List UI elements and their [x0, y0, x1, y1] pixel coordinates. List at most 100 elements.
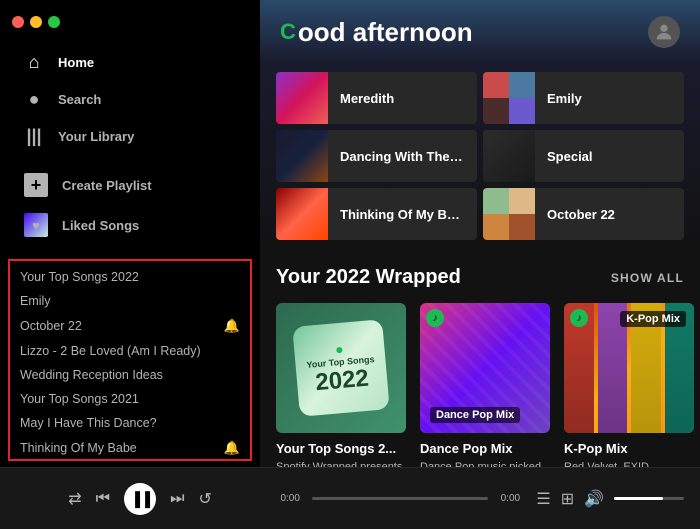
- playlist-item-label: Your Top Songs 2021: [20, 392, 240, 406]
- quick-pick-thinking[interactable]: Thinking Of My Babe: [276, 188, 477, 240]
- quick-pick-october[interactable]: October 22: [483, 188, 684, 240]
- sidebar-top: ⌂ Home ● Search ||| Your Library + Creat…: [0, 0, 260, 253]
- close-button[interactable]: [12, 16, 24, 28]
- october-label: October 22: [535, 207, 627, 222]
- quick-pick-emily[interactable]: Emily: [483, 72, 684, 124]
- time-current: 0:00: [276, 493, 304, 504]
- meredith-thumbnail: [276, 72, 328, 124]
- sidebar-library-label: Your Library: [58, 129, 134, 144]
- liked-songs-label: Liked Songs: [62, 218, 139, 233]
- special-label: Special: [535, 149, 605, 164]
- thinking-label: Thinking Of My Babe: [328, 207, 477, 222]
- wrapped-card-dance-pop[interactable]: Dance Pop Mix ♪ Dance Pop Mix Dance Pop …: [420, 303, 550, 467]
- playlist-item[interactable]: October 22 🔔: [10, 313, 250, 339]
- show-all-button[interactable]: SHOW ALL: [611, 271, 684, 285]
- bell-icon: 🔔: [224, 440, 240, 456]
- playlist-item[interactable]: Thinking Of My Babe 🔔: [10, 435, 250, 461]
- dance-pop-thumbnail: Dance Pop Mix ♪: [420, 303, 550, 433]
- avatar[interactable]: [648, 16, 680, 48]
- wrapped-card-kpop[interactable]: K-Pop Mix ♪ K-Pop Mix Red Velvet, EXID, …: [564, 303, 694, 467]
- volume-fill: [614, 497, 663, 500]
- wrapped-cards: ● Your Top Songs 2022 Your Top Songs 2..…: [276, 303, 684, 467]
- time-total: 0:00: [496, 493, 524, 504]
- volume-icon[interactable]: 🔊: [584, 489, 604, 509]
- playlist-item-label: May I Have This Dance?: [20, 416, 240, 430]
- repeat-button[interactable]: ↺: [198, 489, 211, 509]
- kpop-card-title: K-Pop Mix: [564, 441, 694, 456]
- playlist-item[interactable]: May I Have This Dance?: [10, 411, 250, 435]
- sidebar: ⌂ Home ● Search ||| Your Library + Creat…: [0, 0, 260, 467]
- player-controls: ⇄ ⏮ ▐▐ ⏭ ↺: [16, 483, 264, 515]
- thinking-thumbnail: [276, 188, 328, 240]
- sidebar-item-library[interactable]: ||| Your Library: [12, 118, 248, 155]
- create-playlist-button[interactable]: + Create Playlist: [12, 165, 248, 205]
- quick-picks-grid: Meredith Emily: [260, 62, 700, 250]
- search-icon: ●: [24, 89, 44, 110]
- playlist-item[interactable]: Emily: [10, 289, 250, 313]
- playlist-item-label: Your Top Songs 2022: [20, 270, 240, 284]
- heart-icon: ♥: [24, 213, 48, 237]
- section-header: Your 2022 Wrapped SHOW ALL: [276, 266, 684, 289]
- spotify-badge-kpop: ♪: [570, 309, 588, 327]
- app-container: ⌂ Home ● Search ||| Your Library + Creat…: [0, 0, 700, 529]
- time-row: 0:00 0:00: [276, 493, 524, 504]
- greeting: C ood afternoon: [280, 17, 473, 48]
- meredith-label: Meredith: [328, 91, 406, 106]
- spotify-badge: ♪: [426, 309, 444, 327]
- create-playlist-label: Create Playlist: [62, 178, 152, 193]
- volume-bar[interactable]: [614, 497, 684, 500]
- playlist-item[interactable]: Your Top Songs 2021: [10, 387, 250, 411]
- kpop-badge: K-Pop Mix: [620, 311, 686, 327]
- playlist-item-label: Emily: [20, 294, 240, 308]
- top-bar: C ood afternoon: [260, 0, 700, 62]
- dance-pop-card-title: Dance Pop Mix: [420, 441, 550, 456]
- top-songs-year: 2022: [314, 365, 370, 398]
- top-songs-card-title: Your Top Songs 2...: [276, 441, 406, 456]
- spotify-logo: C: [280, 19, 296, 45]
- maximize-button[interactable]: [48, 16, 60, 28]
- window-controls: [12, 16, 248, 28]
- playlist-item[interactable]: Lizzo - 2 Be Loved (Am I Ready): [10, 339, 250, 363]
- sidebar-search-label: Search: [58, 92, 101, 107]
- spotify-s-icon: ●: [334, 340, 344, 357]
- quick-pick-special[interactable]: Special: [483, 130, 684, 182]
- playlist-item[interactable]: Your Top Songs 2022: [10, 265, 250, 289]
- kpop-card-desc: Red Velvet, EXID, MOMOLAND and...: [564, 460, 694, 467]
- shuffle-button[interactable]: ⇄: [68, 489, 81, 509]
- main-area: ⌂ Home ● Search ||| Your Library + Creat…: [0, 0, 700, 467]
- dance-pop-label-box: Dance Pop Mix: [430, 407, 520, 423]
- sidebar-item-home[interactable]: ⌂ Home: [12, 44, 248, 81]
- quick-pick-meredith[interactable]: Meredith: [276, 72, 477, 124]
- october-thumbnail: [483, 188, 535, 240]
- dancing-thumbnail: [276, 130, 328, 182]
- dance-pop-card-desc: Dance Pop music picked just for you: [420, 460, 550, 467]
- home-icon: ⌂: [24, 52, 44, 73]
- special-thumbnail: [483, 130, 535, 182]
- next-button[interactable]: ⏭: [170, 490, 184, 508]
- play-button[interactable]: ▐▐: [124, 483, 156, 515]
- plus-icon: +: [24, 173, 48, 197]
- wrapped-section: Your 2022 Wrapped SHOW ALL ● Your Top So…: [260, 250, 700, 467]
- player-bar: ⇄ ⏮ ▐▐ ⏭ ↺ 0:00 0:00 ☰ ⊞ 🔊: [0, 467, 700, 529]
- sidebar-item-search[interactable]: ● Search: [12, 81, 248, 118]
- playlist-item[interactable]: Wedding Reception Ideas: [10, 363, 250, 387]
- devices-icon[interactable]: ⊞: [561, 489, 574, 509]
- top-songs-inner: ● Your Top Songs 2022: [292, 319, 390, 417]
- dancing-label: Dancing With The Devil...Th...: [328, 149, 477, 164]
- sidebar-home-label: Home: [58, 55, 94, 70]
- minimize-button[interactable]: [30, 16, 42, 28]
- queue-icon[interactable]: ☰: [536, 489, 550, 509]
- quick-pick-dancing[interactable]: Dancing With The Devil...Th...: [276, 130, 477, 182]
- progress-bar[interactable]: [312, 497, 488, 500]
- playlist-item-label: October 22: [20, 319, 224, 333]
- emily-thumbnail: [483, 72, 535, 124]
- greeting-text: ood afternoon: [298, 17, 473, 48]
- playlist-list: Your Top Songs 2022 Emily October 22 🔔 L…: [8, 259, 252, 461]
- progress-area: 0:00 0:00: [276, 493, 524, 504]
- wrapped-card-top-songs[interactable]: ● Your Top Songs 2022 Your Top Songs 2..…: [276, 303, 406, 467]
- right-controls: ☰ ⊞ 🔊: [536, 489, 684, 509]
- playlist-item-label: Wedding Reception Ideas: [20, 368, 240, 382]
- prev-button[interactable]: ⏮: [96, 490, 110, 508]
- liked-songs-button[interactable]: ♥ Liked Songs: [12, 205, 248, 245]
- top-songs-thumbnail: ● Your Top Songs 2022: [276, 303, 406, 433]
